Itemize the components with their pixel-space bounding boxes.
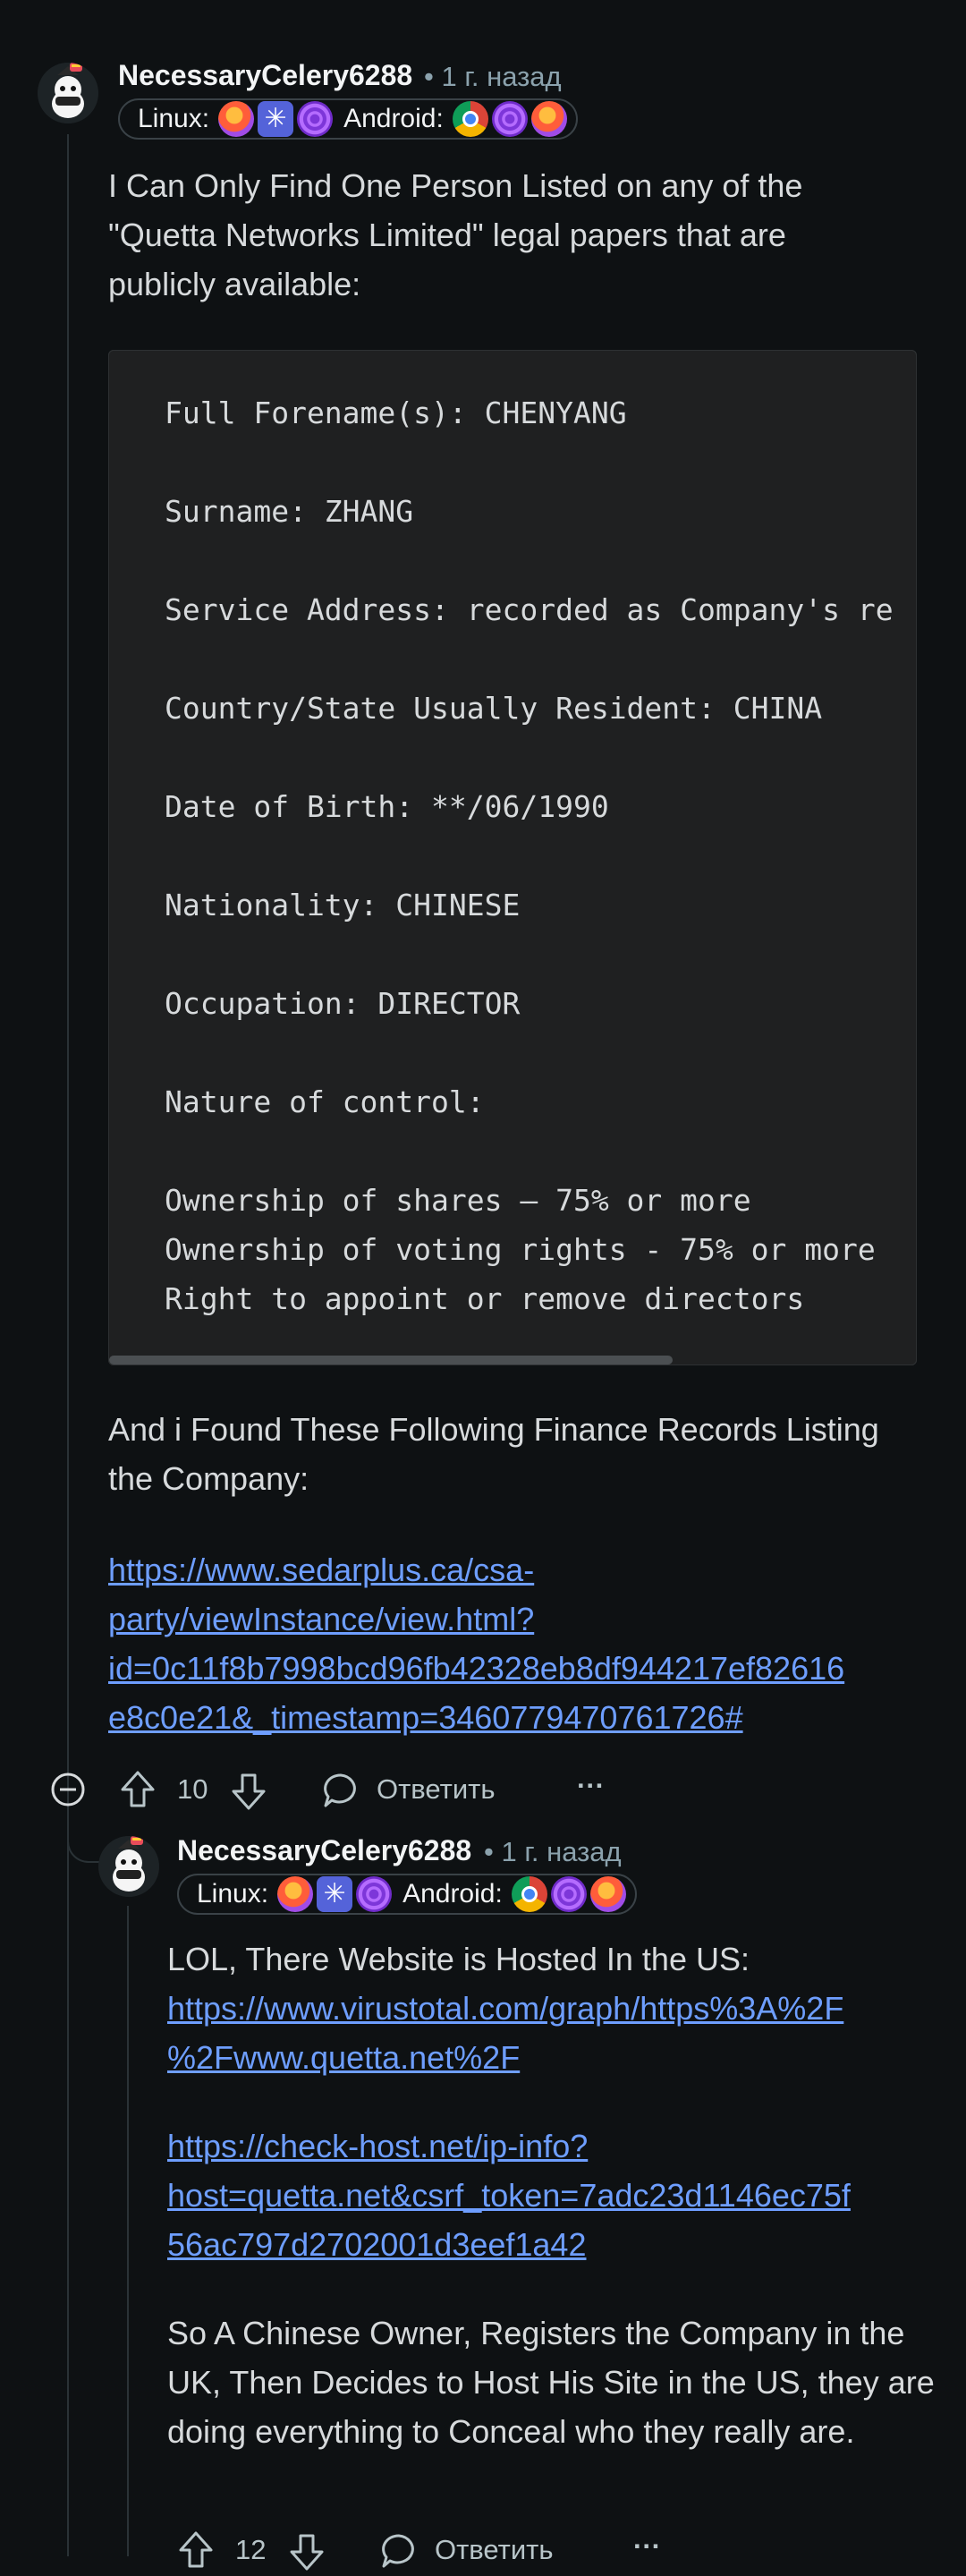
thread-line — [67, 134, 69, 2556]
virustotal-link[interactable]: https://www.virustotal.com/graph/https%3… — [167, 1984, 954, 2082]
code-scrollbar[interactable] — [109, 1356, 673, 1365]
reply-button[interactable]: Ответить — [377, 1773, 496, 1806]
link-line[interactable]: party/viewInstance/view.html? — [108, 1594, 949, 1644]
more-options-button[interactable]: ··· — [633, 2530, 661, 2563]
sedarplus-link[interactable]: https://www.sedarplus.ca/csa- party/view… — [108, 1545, 949, 1742]
reply-icon[interactable] — [380, 2532, 418, 2574]
firefox-icon — [589, 1876, 626, 1912]
username[interactable]: NecessaryCelery6288 — [118, 59, 412, 92]
reply-icon[interactable] — [322, 1772, 360, 1814]
link-line[interactable]: https://check-host.net/ip-info? — [167, 2121, 954, 2171]
firefox-icon — [277, 1876, 314, 1912]
code-line: Date of Birth: **/06/1990 — [165, 789, 609, 824]
tor-icon — [491, 101, 528, 137]
flair-android-label: Android: — [343, 104, 444, 133]
code-line: Ownership of voting rights - 75% or more — [165, 1232, 876, 1267]
snoo-avatar-icon — [98, 1836, 159, 1897]
snowflake-icon: ✳ — [317, 1876, 353, 1912]
user-flair: Linux: ✳ Android: — [177, 1874, 637, 1915]
collapse-thread-icon[interactable] — [50, 1772, 86, 1812]
user-flair: Linux: ✳ Android: — [118, 98, 578, 140]
upvote-icon[interactable] — [119, 1770, 157, 1814]
code-line: Occupation: DIRECTOR — [165, 986, 521, 1021]
comment-reply-text: LOL, There Website is Hosted In the US: … — [167, 1934, 954, 2456]
tor-icon — [550, 1876, 587, 1912]
avatar[interactable] — [38, 63, 98, 123]
avatar[interactable] — [98, 1836, 159, 1897]
timestamp: • 1 г. назад — [424, 61, 562, 92]
upvote-icon[interactable] — [177, 2530, 215, 2574]
flair-linux-label: Linux: — [197, 1879, 269, 1909]
link-line[interactable]: e8c0e21&_timestamp=3460779470761726# — [108, 1693, 949, 1742]
tor-icon — [356, 1876, 393, 1912]
firefox-icon — [530, 101, 567, 137]
code-line: Country/State Usually Resident: CHINA — [165, 691, 823, 726]
chrome-icon — [511, 1876, 547, 1912]
code-line: Surname: ZHANG — [165, 494, 414, 529]
link-line[interactable]: https://www.sedarplus.ca/csa- — [108, 1545, 949, 1594]
code-line: Ownership of shares – 75% or more — [165, 1183, 751, 1218]
chrome-icon — [452, 101, 488, 137]
flair-linux-label: Linux: — [138, 104, 210, 133]
flair-android-label: Android: — [402, 1879, 503, 1909]
link-line[interactable]: %2Fwww.quetta.net%2F — [167, 2033, 954, 2082]
tor-icon — [297, 101, 334, 137]
link-line[interactable]: https://www.virustotal.com/graph/https%3… — [167, 1984, 954, 2033]
link-line[interactable]: 56ac797d2702001d3eef1a42 — [167, 2220, 954, 2269]
code-lines: Full Forename(s): CHENYANG Surname: ZHAN… — [108, 350, 917, 1365]
firefox-icon — [218, 101, 255, 137]
snowflake-icon: ✳ — [258, 101, 294, 137]
thread-line-child — [127, 1906, 129, 2556]
code-line: Nature of control: — [165, 1084, 485, 1119]
code-line: Right to appoint or remove directors — [165, 1281, 805, 1316]
link-line[interactable]: host=quetta.net&csrf_token=7adc23d1146ec… — [167, 2171, 954, 2220]
vote-count: 12 — [235, 2534, 267, 2565]
conclusion-text: So A Chinese Owner, Registers the Compan… — [167, 2315, 935, 2450]
snoo-avatar-icon — [38, 63, 98, 123]
downvote-icon[interactable] — [230, 1772, 267, 1815]
reply-button[interactable]: Ответить — [435, 2534, 554, 2566]
hosted-us-text: LOL, There Website is Hosted In the US: — [167, 1941, 750, 1977]
downvote-icon[interactable] — [288, 2532, 326, 2576]
comment-intro-text: I Can Only Find One Person Listed on any… — [108, 167, 803, 302]
username[interactable]: NecessaryCelery6288 — [177, 1834, 471, 1867]
more-options-button[interactable]: ··· — [577, 1770, 605, 1802]
check-host-link[interactable]: https://check-host.net/ip-info? host=que… — [167, 2121, 954, 2269]
finance-records-text: And i Found These Following Finance Reco… — [108, 1411, 879, 1497]
code-line: Full Forename(s): CHENYANG — [165, 395, 627, 430]
code-line: Service Address: recorded as Company's r… — [165, 592, 894, 627]
timestamp: • 1 г. назад — [484, 1836, 622, 1867]
link-line[interactable]: id=0c11f8b7998bcd96fb42328eb8df944217ef8… — [108, 1644, 949, 1693]
vote-count: 10 — [177, 1773, 208, 1805]
code-line: Nationality: CHINESE — [165, 888, 521, 922]
